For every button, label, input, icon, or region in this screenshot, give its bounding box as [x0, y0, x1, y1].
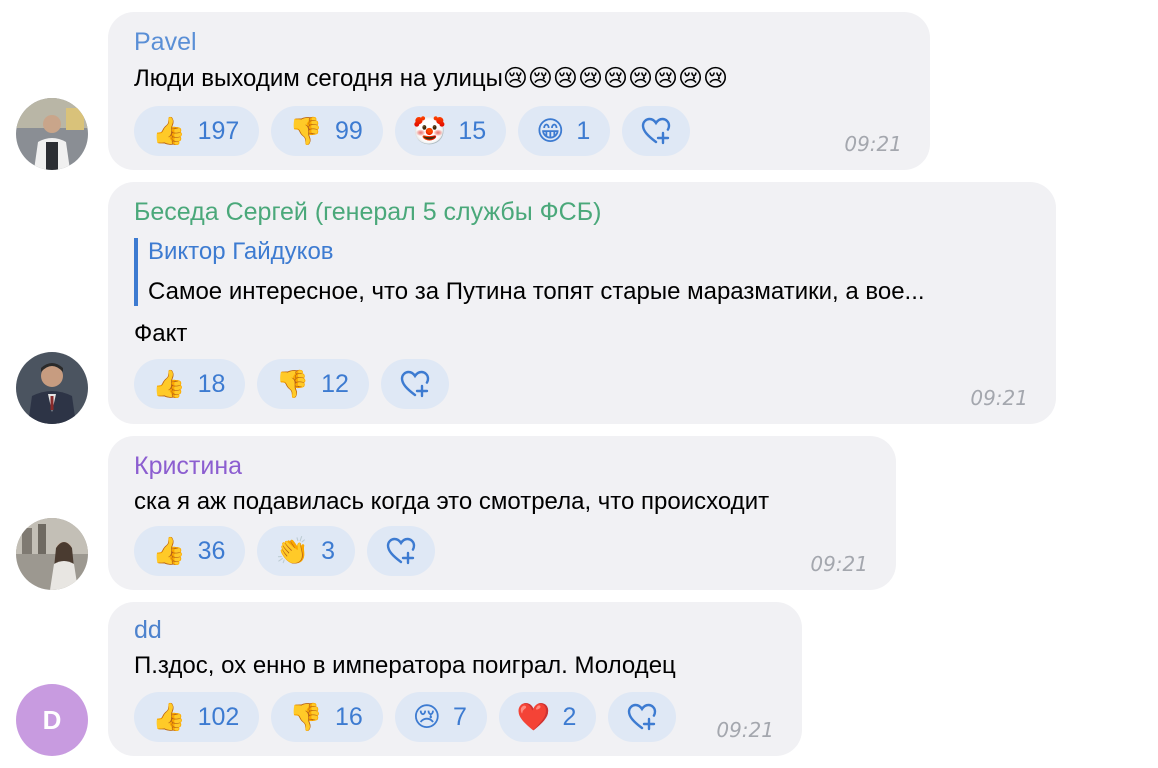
add-reaction-button[interactable]	[380, 359, 449, 409]
message-time: 09:21	[716, 718, 774, 742]
reactions-row: 👍 36 👏 3	[134, 526, 435, 576]
reaction-count: 102	[197, 702, 240, 731]
message-text: ска я аж подавилась когда это смотрела, …	[134, 488, 770, 515]
thumbs-up-icon: 👍	[152, 368, 186, 399]
thumbs-down-icon: 👎	[289, 701, 323, 732]
message-bubble: dd П.здос, ох енно в императора поиграл.…	[108, 602, 802, 756]
reaction-count: 7	[452, 702, 467, 731]
add-reaction-button[interactable]	[622, 106, 691, 156]
crying-face-icon: 😢	[412, 701, 441, 732]
reply-quote[interactable]: Виктор Гайдуков Самое интересное, что за…	[134, 238, 925, 306]
thumbs-down-icon: 👎	[289, 115, 323, 146]
reaction-thumbs-up[interactable]: 👍 197	[134, 106, 260, 156]
message-time: 09:21	[970, 386, 1028, 410]
clown-icon: 🤡	[412, 115, 447, 146]
reaction-thumbs-up[interactable]: 👍 18	[134, 359, 246, 409]
avatar[interactable]	[16, 518, 88, 590]
reply-text: Самое интересное, что за Путина топят ст…	[148, 278, 925, 305]
reaction-count: 197	[197, 116, 240, 145]
message-author[interactable]: Беседа Сергей (генерал 5 службы ФСБ)	[134, 198, 601, 227]
message-text: Факт	[134, 320, 188, 347]
reaction-grin[interactable]: 😁 1	[518, 106, 611, 156]
message-bubble: Pavel Люди выходим сегодня на улицы😢😢😢😢😢…	[108, 12, 930, 170]
message-text: П.здос, ох енно в императора поиграл. Мо…	[134, 652, 676, 679]
thumbs-up-icon: 👍	[152, 701, 186, 732]
message-text: Люди выходим сегодня на улицы😢😢😢😢😢😢😢😢😢	[134, 65, 729, 92]
add-reaction-button[interactable]	[366, 526, 435, 576]
clap-icon: 👏	[275, 535, 310, 566]
thumbs-up-icon: 👍	[152, 115, 186, 146]
message-bubble: Кристина ска я аж подавилась когда это с…	[108, 436, 896, 590]
reaction-crying[interactable]: 😢 7	[394, 692, 487, 742]
reaction-count: 3	[321, 536, 335, 565]
message-author[interactable]: dd	[134, 616, 162, 645]
reaction-count: 12	[321, 369, 349, 398]
heart-plus-icon	[642, 117, 671, 145]
reaction-count: 1	[576, 116, 591, 145]
reaction-count: 36	[197, 536, 226, 565]
heart-plus-icon	[400, 370, 430, 398]
avatar[interactable]: D	[16, 684, 88, 756]
add-reaction-button[interactable]	[608, 692, 677, 742]
reaction-clap[interactable]: 👏 3	[257, 526, 355, 576]
reaction-count: 18	[197, 369, 226, 398]
message-time: 09:21	[844, 132, 902, 156]
message-author[interactable]: Кристина	[134, 452, 242, 481]
heart-icon: ❤️	[516, 701, 551, 732]
avatar[interactable]	[16, 352, 88, 424]
avatar[interactable]	[16, 98, 88, 170]
reaction-count: 15	[458, 116, 487, 145]
message-bubble: Беседа Сергей (генерал 5 службы ФСБ) Вик…	[108, 182, 1056, 424]
reaction-count: 16	[334, 702, 363, 731]
reactions-row: 👍 18 👎 12	[134, 359, 449, 409]
reaction-thumbs-up[interactable]: 👍 102	[134, 692, 260, 742]
reaction-heart[interactable]: ❤️ 2	[498, 692, 597, 742]
message-time: 09:21	[810, 552, 868, 576]
message-author[interactable]: Pavel	[134, 28, 197, 57]
heart-plus-icon	[628, 703, 657, 731]
reaction-thumbs-down[interactable]: 👎 99	[271, 106, 383, 156]
reaction-thumbs-down[interactable]: 👎 12	[257, 359, 369, 409]
reaction-thumbs-down[interactable]: 👎 16	[271, 692, 383, 742]
grin-icon: 😁	[536, 115, 565, 146]
reaction-thumbs-up[interactable]: 👍 36	[134, 526, 246, 576]
reply-author: Виктор Гайдуков	[148, 238, 334, 265]
thumbs-down-icon: 👎	[275, 368, 310, 399]
heart-plus-icon	[386, 537, 416, 565]
reactions-row: 👍 102 👎 16 😢 7 ❤️ 2	[134, 692, 677, 742]
reactions-row: 👍 197 👎 99 🤡 15 😁 1	[134, 106, 691, 156]
reaction-clown[interactable]: 🤡 15	[394, 106, 507, 156]
avatar-letter: D	[42, 704, 62, 735]
reaction-count: 2	[562, 702, 577, 731]
thumbs-up-icon: 👍	[152, 535, 186, 566]
reaction-count: 99	[334, 116, 363, 145]
